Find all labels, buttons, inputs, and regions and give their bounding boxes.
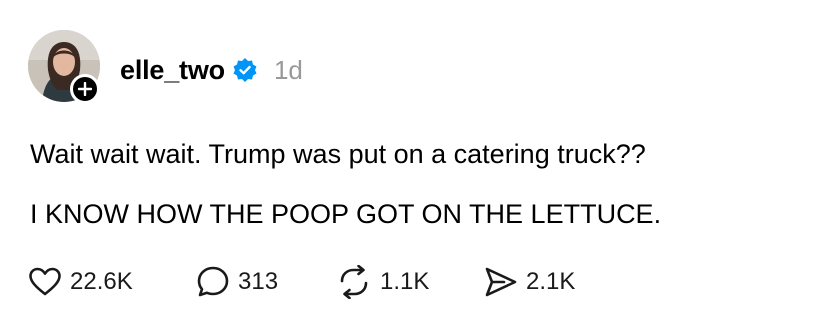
post-timestamp[interactable]: 1d — [274, 55, 303, 86]
speech-bubble-icon — [197, 266, 229, 297]
like-button[interactable]: 22.6K — [28, 262, 133, 302]
reply-button[interactable]: 313 — [196, 262, 278, 302]
repost-icon — [340, 265, 368, 299]
repost-count: 1.1K — [380, 268, 430, 295]
share-button[interactable]: 2.1K — [484, 262, 575, 302]
username[interactable]: elle_two — [120, 55, 225, 86]
share-count: 2.1K — [526, 268, 576, 295]
avatar-container[interactable] — [28, 30, 100, 104]
plus-icon — [78, 82, 92, 96]
send-icon — [485, 267, 517, 297]
heart-icon — [29, 267, 61, 296]
repost-button[interactable]: 1.1K — [336, 262, 429, 302]
follow-button[interactable] — [70, 74, 100, 104]
post-text-line: Wait wait wait. Trump was put on a cater… — [30, 139, 646, 169]
like-count: 22.6K — [70, 268, 133, 295]
post-header: elle_two 1d — [120, 52, 303, 88]
post-text-line: I KNOW HOW THE POOP GOT ON THE LETTUCE. — [30, 199, 662, 229]
thread-post: elle_two 1d Wait wait wait. Trump was pu… — [0, 0, 816, 334]
verified-badge-icon — [232, 57, 258, 83]
reply-count: 313 — [238, 268, 279, 295]
